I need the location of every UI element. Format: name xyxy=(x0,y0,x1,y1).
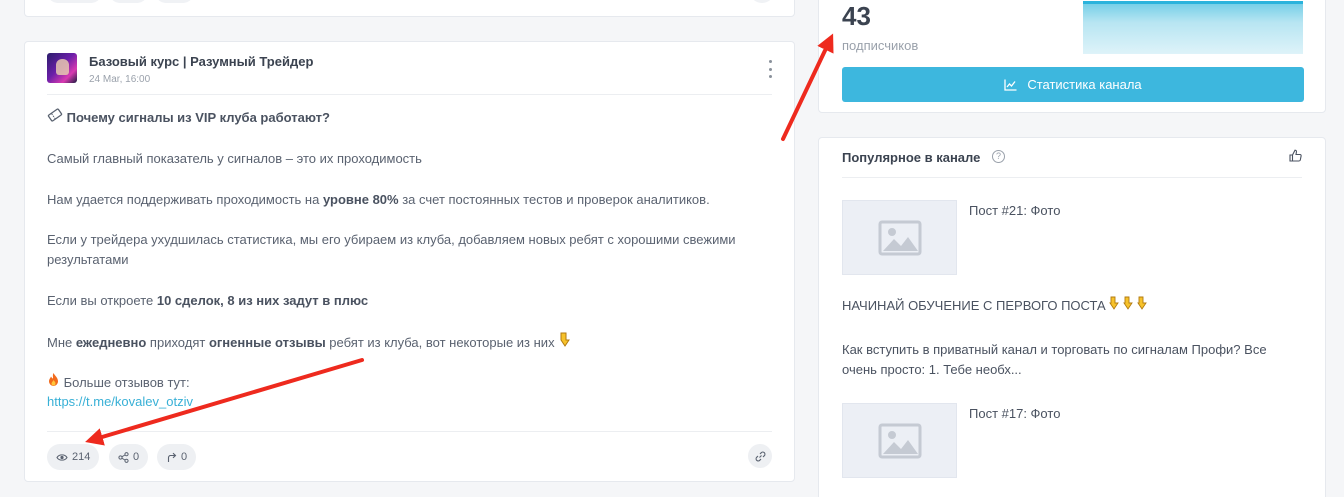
share-icon xyxy=(118,451,129,463)
popular-post-1-title[interactable]: Пост #21: Фото xyxy=(969,203,1060,218)
p5-text: Мне xyxy=(47,335,76,350)
copy-link-icon[interactable] xyxy=(748,444,772,468)
subscribers-sparkline xyxy=(1083,1,1303,54)
paragraph-1: Самый главный показатель у сигналов – эт… xyxy=(47,151,422,166)
post-header: Базовый курс | Разумный Трейдер 24 Mar, … xyxy=(47,53,772,95)
subscribers-label: подписчиков xyxy=(842,38,919,53)
pointing-down-icons xyxy=(1109,296,1151,313)
post-heading-line: Почему сигналы из VIP клуба работают? xyxy=(47,108,330,128)
pointing-down-icon xyxy=(558,331,572,353)
post-date: 24 Mar, 16:00 xyxy=(89,74,151,85)
post-card: Базовый курс | Разумный Трейдер 24 Mar, … xyxy=(24,41,795,482)
popular-post-1-image[interactable] xyxy=(842,200,957,275)
p4-bold: 10 сделок, 8 из них задут в плюс xyxy=(156,293,369,308)
image-placeholder-icon xyxy=(878,423,921,458)
help-icon[interactable]: ? xyxy=(992,150,1005,163)
p5-text-end: ребят из клуба, вот некоторые из них xyxy=(325,335,555,350)
paragraph-3-line-2: результатами xyxy=(47,252,129,267)
channel-statistics-label: Статистика канала xyxy=(1027,77,1142,92)
forwards-counter[interactable]: 0 xyxy=(157,444,197,470)
copy-link-button[interactable] xyxy=(750,0,774,3)
shares-count: 0 xyxy=(133,451,140,463)
more-reviews-label: Больше отзывов тут: xyxy=(63,375,190,390)
channel-stats-card: 43 подписчиков Статистика канала xyxy=(818,0,1326,113)
p2-text-end: за счет постоянных тестов и проверок ана… xyxy=(398,192,710,207)
popular-in-channel-card: Популярное в канале ? Пост #21: Фото НАЧ… xyxy=(818,137,1326,497)
forwards-count: 0 xyxy=(181,451,188,463)
subscribers-count: 43 xyxy=(842,1,871,31)
post-heading: Почему сигналы из VIP клуба работают? xyxy=(66,110,330,125)
popular-post-2-image[interactable] xyxy=(842,403,957,478)
popular-text-2-line-1: Как вступить в приватный канал и торгова… xyxy=(842,342,1267,357)
p5-bold-1: ежедневно xyxy=(75,335,147,350)
paragraph-2: Нам удается поддерживать проходимость на… xyxy=(47,190,710,210)
channel-statistics-button[interactable]: Статистика канала xyxy=(842,67,1304,102)
popular-text-2-line-2: очень просто: 1. Тебе необх... xyxy=(842,362,1022,377)
channel-avatar[interactable] xyxy=(47,53,77,83)
p2-bold: уровне 80% xyxy=(322,192,399,207)
popular-post-2-title[interactable]: Пост #17: Фото xyxy=(969,406,1060,421)
p4-text: Если вы откроете xyxy=(47,293,157,308)
views-counter[interactable]: 214 xyxy=(47,444,100,470)
image-placeholder-icon xyxy=(878,220,921,255)
shares-pill[interactable] xyxy=(109,0,148,3)
reviews-link[interactable]: https://t.me/kovalev_otziv xyxy=(47,394,193,409)
fire-icon xyxy=(47,372,60,393)
channel-name[interactable]: Базовый курс | Разумный Трейдер xyxy=(89,54,313,69)
chart-icon xyxy=(1004,79,1017,91)
popular-title: Популярное в канале xyxy=(842,150,981,165)
popular-text-1: НАЧИНАЙ ОБУЧЕНИЕ С ПЕРВОГО ПОСТА xyxy=(842,296,1302,316)
views-pill[interactable] xyxy=(47,0,102,3)
popular-header: Популярное в канале ? xyxy=(842,138,1302,178)
paragraph-5: Мне ежедневно приходят огненные отзывы р… xyxy=(47,331,572,353)
post-footer: 214 0 0 xyxy=(47,431,772,481)
shares-counter[interactable]: 0 xyxy=(109,444,149,470)
forwards-pill[interactable] xyxy=(155,0,194,3)
views-count: 214 xyxy=(72,451,91,463)
previous-post-card xyxy=(24,0,795,17)
paragraph-3-line-1: Если у трейдера ухудшилась статистика, м… xyxy=(47,232,736,247)
forward-icon xyxy=(167,452,177,462)
p5-bold-2: огненные отзывы xyxy=(208,335,326,350)
more-menu-icon[interactable] xyxy=(764,60,776,78)
ticket-icon xyxy=(47,108,63,128)
eye-icon xyxy=(56,453,68,461)
thumbs-up-icon[interactable] xyxy=(1289,149,1302,162)
p5-text-mid: приходят xyxy=(146,335,209,350)
paragraph-4: Если вы откроете 10 сделок, 8 из них зад… xyxy=(47,291,368,311)
popular-text-1-content: НАЧИНАЙ ОБУЧЕНИЕ С ПЕРВОГО ПОСТА xyxy=(842,298,1106,313)
reviews-link-line: https://t.me/kovalev_otziv xyxy=(47,392,193,412)
paragraph-6: Больше отзывов тут: xyxy=(47,372,190,393)
p2-text: Нам удается поддерживать проходимость на xyxy=(47,192,323,207)
